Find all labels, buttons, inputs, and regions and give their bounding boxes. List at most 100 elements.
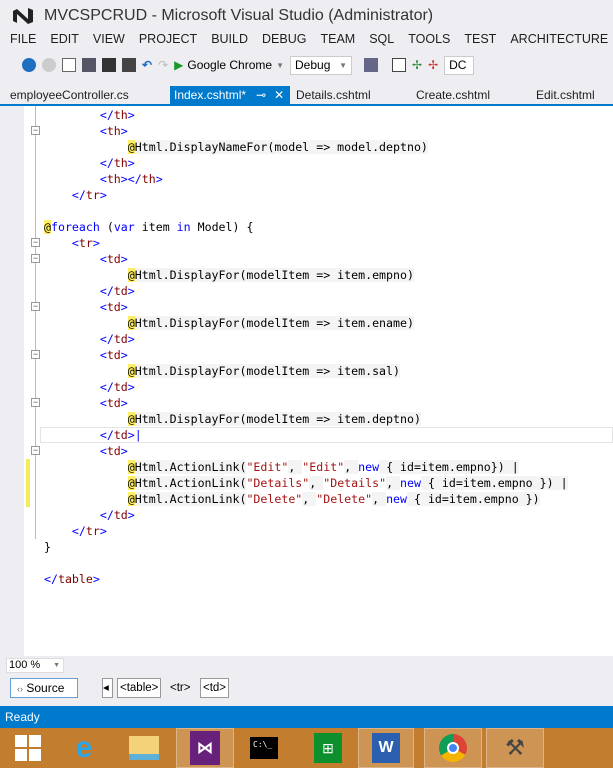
back-icon[interactable] xyxy=(22,58,36,72)
code-token: new xyxy=(358,460,380,474)
remove-breakpoint-icon[interactable]: ✢ xyxy=(428,58,438,72)
code-token: @ xyxy=(127,412,135,426)
save-icon[interactable] xyxy=(102,58,116,72)
zoom-select[interactable]: 100 % ▼ xyxy=(6,658,64,673)
menu-view[interactable]: VIEW xyxy=(93,32,125,52)
document-tabs: employeeController.cs Index.cshtml* ⊸ ✕ De… xyxy=(0,86,613,106)
code-line: </td> xyxy=(44,379,135,395)
source-view-button[interactable]: ‹› Source xyxy=(10,678,78,698)
code-token: > xyxy=(127,108,135,122)
start-debug-button[interactable]: ▶ Google Chrome ▼ xyxy=(174,58,284,72)
code-token: Model) { xyxy=(190,220,254,234)
collapse-toggle-icon[interactable]: − xyxy=(31,126,40,135)
collapse-toggle-icon[interactable]: − xyxy=(31,398,40,407)
breadcrumb-table[interactable]: <table> xyxy=(117,678,162,698)
collapse-toggle-icon[interactable]: − xyxy=(31,350,40,359)
code-token: td xyxy=(106,252,121,266)
code-line: <th></th> xyxy=(44,171,163,187)
taskbar-visual-studio[interactable]: ⋈ xyxy=(176,728,234,768)
chevron-down-icon: ▼ xyxy=(339,60,347,70)
code-token: </ xyxy=(71,188,86,202)
redo-icon[interactable]: ↷ xyxy=(158,58,168,72)
code-token: tr xyxy=(85,188,100,202)
taskbar-chrome[interactable] xyxy=(424,728,482,768)
visual-studio-icon: ⋈ xyxy=(190,731,220,765)
start-button[interactable] xyxy=(0,728,56,768)
collapse-toggle-icon[interactable]: − xyxy=(31,238,40,247)
code-token: th xyxy=(113,108,128,122)
code-token: , xyxy=(372,492,387,506)
code-token: > xyxy=(127,156,135,170)
code-token: td xyxy=(106,444,121,458)
code-token: , xyxy=(309,476,324,490)
undo-icon[interactable]: ↶ xyxy=(142,58,152,72)
collapse-toggle-icon[interactable]: − xyxy=(31,446,40,455)
taskbar-cmd[interactable]: C:\_ xyxy=(236,728,292,768)
chrome-icon xyxy=(439,734,467,762)
tab-details[interactable]: Details.cshtml xyxy=(292,86,375,104)
breadcrumb-td[interactable]: <td> xyxy=(200,678,230,698)
internet-explorer-icon: e xyxy=(75,731,93,764)
code-token: < xyxy=(99,252,107,266)
visual-studio-logo-icon xyxy=(12,7,34,25)
code-token: > xyxy=(120,396,128,410)
add-breakpoint-icon[interactable]: ✢ xyxy=(412,58,422,72)
code-token: > xyxy=(155,172,163,186)
menu-tools[interactable]: TOOLS xyxy=(408,32,450,52)
code-editor[interactable]: </th> <th> @Html.DisplayNameFor(model =>… xyxy=(0,106,613,656)
menu-project[interactable]: PROJECT xyxy=(139,32,197,52)
code-token: td xyxy=(106,348,121,362)
breadcrumb-left-icon[interactable]: ◂ xyxy=(102,678,113,698)
menu-file[interactable]: FILE xyxy=(10,32,36,52)
tab-employee-controller[interactable]: employeeController.cs xyxy=(6,86,133,104)
menu-bar: FILE EDIT VIEW PROJECT BUILD DEBUG TEAM SQL TOOL… xyxy=(0,32,612,52)
document-icon[interactable] xyxy=(392,58,406,72)
tab-edit[interactable]: Edit.cshtml xyxy=(532,86,599,104)
store-icon: ⊞ xyxy=(314,733,342,763)
code-token: @ xyxy=(127,492,135,506)
code-token: > xyxy=(92,236,100,250)
save-all-icon[interactable] xyxy=(122,58,136,72)
collapse-toggle-icon[interactable]: − xyxy=(31,302,40,311)
menu-build[interactable]: BUILD xyxy=(211,32,248,52)
breadcrumb-tr[interactable]: <tr> xyxy=(167,678,193,698)
tab-create[interactable]: Create.cshtml xyxy=(412,86,494,104)
find-icon[interactable] xyxy=(364,58,378,72)
code-token: </ xyxy=(99,108,114,122)
menu-architecture[interactable]: ARCHITECTURE xyxy=(510,32,608,52)
taskbar-sql-tools[interactable]: ⚒ xyxy=(486,728,544,768)
menu-sql[interactable]: SQL xyxy=(369,32,394,52)
code-token: "Delete" xyxy=(246,492,303,506)
taskbar-word[interactable]: W xyxy=(358,728,414,768)
code-line: </tr> xyxy=(44,187,107,203)
menu-team[interactable]: TEAM xyxy=(320,32,355,52)
code-token: th xyxy=(113,156,128,170)
menu-edit[interactable]: EDIT xyxy=(50,32,78,52)
code-token: Html.ActionLink( xyxy=(134,476,247,490)
code-token: </ xyxy=(99,332,114,346)
taskbar-explorer[interactable] xyxy=(116,728,172,768)
code-token: new xyxy=(386,492,408,506)
new-project-icon[interactable] xyxy=(62,58,76,72)
current-line-highlight xyxy=(40,427,613,443)
pin-icon[interactable]: ⊸ xyxy=(256,88,266,102)
configuration-select[interactable]: Debug ▼ xyxy=(290,55,352,75)
collapse-toggle-icon[interactable]: − xyxy=(31,254,40,263)
taskbar-store[interactable]: ⊞ xyxy=(300,728,356,768)
tab-index[interactable]: Index.cshtml* ⊸ ✕ xyxy=(170,86,290,104)
code-line: @foreach (var item in Model) { xyxy=(44,219,253,235)
taskbar-ie[interactable]: e xyxy=(56,728,112,768)
code-token: th xyxy=(106,172,121,186)
code-line: <td> xyxy=(44,443,128,459)
menu-test[interactable]: TEST xyxy=(464,32,496,52)
toolbar-combo[interactable]: DC xyxy=(444,55,475,75)
open-file-icon[interactable] xyxy=(82,58,96,72)
menu-debug[interactable]: DEBUG xyxy=(262,32,306,52)
close-icon[interactable]: ✕ xyxy=(274,88,284,102)
forward-icon[interactable] xyxy=(42,58,56,72)
